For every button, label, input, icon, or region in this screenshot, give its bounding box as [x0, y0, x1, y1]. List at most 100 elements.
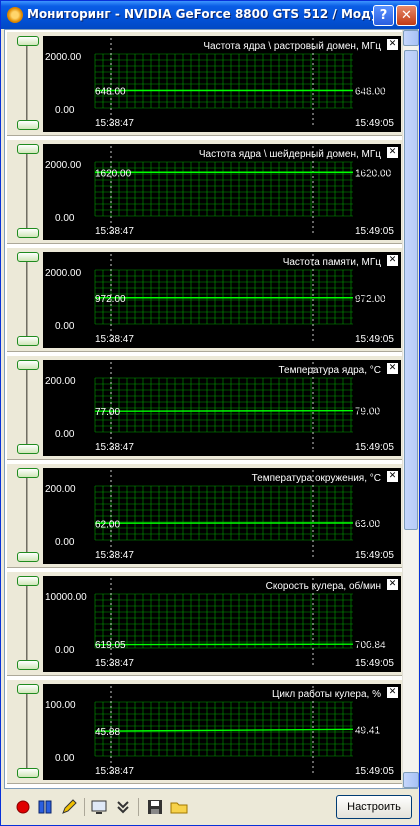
graph-panel: Температура окружения, °C 200.00 0.00 62.00…	[7, 464, 402, 568]
monitoring-window: Мониторинг - NVIDIA GeForce 8800 GTS 512…	[0, 0, 420, 826]
y-max-label: 100.00	[45, 700, 76, 711]
title-bar[interactable]: Мониторинг - NVIDIA GeForce 8800 GTS 512…	[1, 1, 419, 29]
setup-button[interactable]: Настроить	[336, 795, 412, 819]
scale-min-thumb[interactable]	[17, 768, 39, 778]
scale-min-thumb[interactable]	[17, 660, 39, 670]
folder-icon[interactable]	[170, 798, 188, 816]
graph-plot: Скорость кулера, об/мин 10000.00 0.00 619.0…	[45, 578, 394, 669]
screen-icon[interactable]	[90, 798, 108, 816]
graph-title: Частота ядра \ шейдерный домен, МГц	[199, 149, 381, 160]
scale-slider-track	[26, 256, 28, 342]
scale-slider-track	[26, 364, 28, 450]
time-start-label: 15:38:47	[95, 658, 134, 669]
scale-max-thumb[interactable]	[17, 36, 39, 46]
y-max-label: 2000.00	[45, 52, 82, 63]
grid	[94, 53, 353, 109]
scroll-up-button[interactable]	[403, 30, 419, 46]
scale-min-thumb[interactable]	[17, 120, 39, 130]
current-value: 1620.00	[356, 166, 393, 178]
graph-close-icon[interactable]: ✕	[387, 255, 398, 266]
scale-min-thumb[interactable]	[17, 336, 39, 346]
scale-min-thumb[interactable]	[17, 444, 39, 454]
scale-max-thumb[interactable]	[17, 144, 39, 154]
current-value: 972.00	[356, 291, 387, 303]
record-icon[interactable]	[14, 798, 32, 816]
scroll-down-button[interactable]	[403, 772, 419, 788]
current-value: 648.00	[356, 84, 387, 96]
graph-close-icon[interactable]: ✕	[387, 687, 398, 698]
y-max-label: 200.00	[45, 484, 76, 495]
collapse-icon[interactable]	[114, 798, 132, 816]
scale-min-thumb[interactable]	[17, 228, 39, 238]
close-button[interactable]: ✕	[396, 5, 417, 26]
graph-plot: Частота ядра \ растровый домен, МГц 2000.…	[45, 38, 394, 129]
y-max-label: 2000.00	[45, 268, 82, 279]
graph-panel: Температура ядра, °C 200.00 0.00 77.00 79.00…	[7, 356, 402, 460]
current-value: 63.00	[356, 516, 382, 528]
scale-min-thumb[interactable]	[17, 552, 39, 562]
scale-max-thumb[interactable]	[17, 684, 39, 694]
window-title: Мониторинг - NVIDIA GeForce 8800 GTS 512…	[27, 7, 393, 21]
time-end-label: 15:49:05	[355, 766, 394, 777]
graph-close-icon[interactable]: ✕	[387, 579, 398, 590]
scale-max-thumb[interactable]	[17, 468, 39, 478]
scale-slider-track	[26, 40, 28, 126]
grid	[94, 269, 353, 325]
toolbar-separator	[84, 798, 85, 816]
graph-close-icon[interactable]: ✕	[387, 39, 398, 50]
time-end-label: 15:49:05	[355, 658, 394, 669]
time-start-label: 15:38:47	[95, 766, 134, 777]
y-max-label: 2000.00	[45, 160, 82, 171]
y-min-label: 0.00	[55, 321, 75, 332]
current-value: 49.41	[356, 723, 382, 735]
graph-canvas: Цикл работы кулера, % 100.00 0.00 45.88 49.4…	[43, 684, 401, 780]
y-min-label: 0.00	[55, 753, 75, 764]
scale-max-thumb[interactable]	[17, 360, 39, 370]
y-min-label: 0.00	[55, 213, 75, 224]
graph-canvas: Температура ядра, °C 200.00 0.00 77.00 79.00…	[43, 360, 401, 456]
current-value: 79.00	[356, 404, 382, 416]
scale-max-thumb[interactable]	[17, 576, 39, 586]
graph-panel: Скорость кулера, об/мин 10000.00 0.00 619.0…	[7, 572, 402, 676]
grid	[94, 485, 353, 541]
graph-plot: Частота памяти, МГц 2000.00 0.00 972.00 972.…	[45, 254, 394, 345]
graph-panel: Частота ядра \ шейдерный домен, МГц 2000.…	[7, 140, 402, 244]
graph-close-icon[interactable]: ✕	[387, 471, 398, 482]
left-value-label: 62.00	[95, 519, 120, 530]
left-value-label: 45.88	[95, 727, 120, 738]
save-icon[interactable]	[146, 798, 164, 816]
time-end-label: 15:49:05	[355, 334, 394, 345]
scale-max-thumb[interactable]	[17, 252, 39, 262]
vertical-scrollbar[interactable]	[402, 30, 419, 788]
graph-plot: Цикл работы кулера, % 100.00 0.00 45.88 49.4…	[45, 686, 394, 777]
graph-title: Температура окружения, °C	[252, 473, 381, 484]
graph-panel: Цикл работы кулера, % 100.00 0.00 45.88 49.4…	[7, 680, 402, 784]
graphs-area: Частота ядра \ растровый домен, МГц 2000.…	[4, 29, 419, 789]
graph-plot: Частота ядра \ шейдерный домен, МГц 2000.…	[45, 146, 394, 237]
time-start-label: 15:38:47	[95, 226, 134, 237]
graph-canvas: Скорость кулера, об/мин 10000.00 0.00 619.0…	[43, 576, 401, 672]
toolbar-separator	[138, 798, 139, 816]
toolbar: Настроить	[4, 790, 418, 824]
help-button[interactable]: ?	[373, 5, 394, 26]
grid	[94, 593, 353, 649]
graph-panel: Частота ядра \ растровый домен, МГц 2000.…	[7, 32, 402, 136]
left-value-label: 648.00	[95, 87, 126, 98]
series-line	[94, 728, 354, 732]
graph-canvas: Частота памяти, МГц 2000.00 0.00 972.00 972.…	[43, 252, 401, 348]
graph-close-icon[interactable]: ✕	[387, 363, 398, 374]
pen-icon[interactable]	[60, 798, 78, 816]
y-min-label: 0.00	[55, 429, 75, 440]
time-start-label: 15:38:47	[95, 442, 134, 453]
series-line	[94, 409, 354, 412]
y-min-label: 0.00	[55, 645, 75, 656]
graph-canvas: Температура окружения, °C 200.00 0.00 62.00…	[43, 468, 401, 564]
grid	[94, 161, 353, 217]
graph-plot: Температура окружения, °C 200.00 0.00 62.00…	[45, 470, 394, 561]
graph-panel: Частота памяти, МГц 2000.00 0.00 972.00 972.…	[7, 248, 402, 352]
graph-close-icon[interactable]: ✕	[387, 147, 398, 158]
pause-icon[interactable]	[36, 798, 54, 816]
time-end-label: 15:49:05	[355, 442, 394, 453]
scale-slider-track	[26, 580, 28, 666]
scroll-thumb[interactable]	[404, 50, 418, 530]
